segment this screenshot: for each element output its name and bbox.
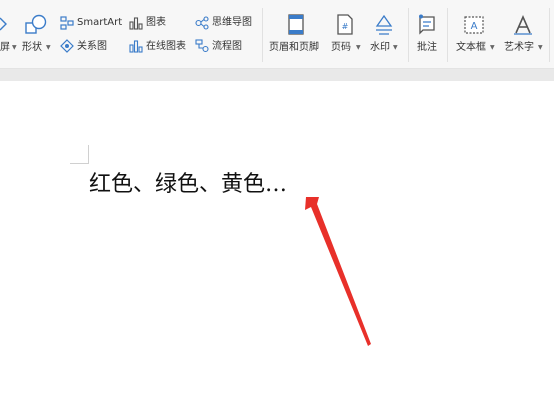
annotation-arrow-icon bbox=[305, 197, 371, 346]
